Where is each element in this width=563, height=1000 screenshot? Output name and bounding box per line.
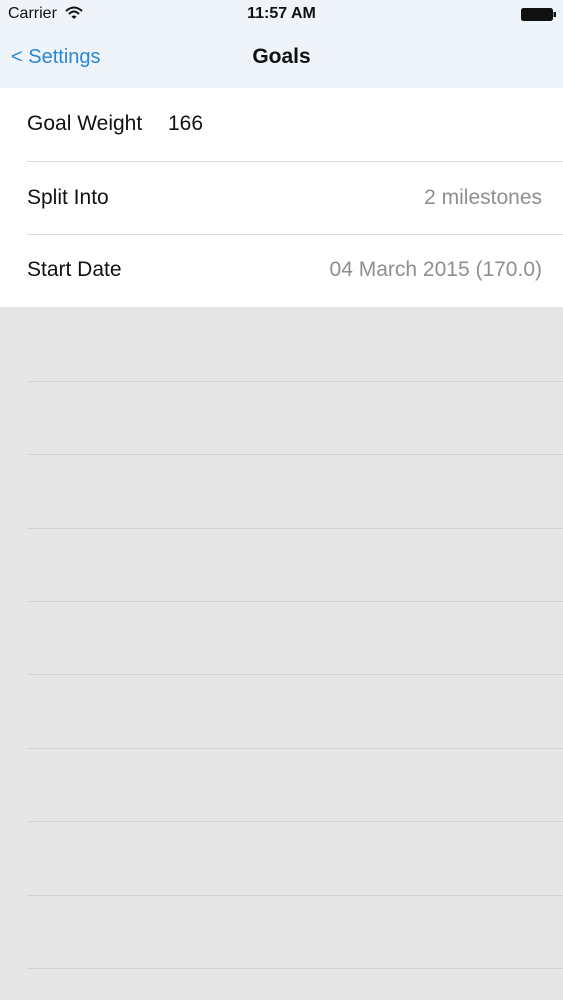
start-date-row[interactable]: Start Date 04 March 2015 (170.0): [0, 234, 563, 307]
top-bar: Carrier 11:57 AM < Settings Goals: [0, 0, 563, 88]
empty-table-area: [0, 307, 563, 1000]
split-into-value: 2 milestones: [424, 186, 542, 209]
empty-row-separator: [27, 968, 563, 969]
split-into-row[interactable]: Split Into 2 milestones: [0, 162, 563, 235]
status-time: 11:57 AM: [247, 5, 316, 22]
status-bar: Carrier 11:57 AM: [0, 0, 563, 30]
empty-row-separator: [27, 821, 563, 822]
goal-weight-row[interactable]: Goal Weight 166: [0, 88, 563, 161]
navigation-bar: < Settings Goals: [0, 30, 563, 88]
start-date-value: 04 March 2015 (170.0): [329, 258, 542, 281]
empty-row-separator: [27, 528, 563, 529]
empty-row-separator: [27, 381, 563, 382]
empty-row-separator: [27, 674, 563, 675]
goal-weight-input[interactable]: 166: [168, 112, 203, 136]
battery-icon: [521, 8, 556, 21]
goal-weight-label: Goal Weight: [27, 112, 143, 135]
page-title: Goals: [252, 45, 311, 68]
empty-row-separator: [27, 454, 563, 455]
empty-row-separator: [27, 601, 563, 602]
empty-row-separator: [27, 748, 563, 749]
empty-row-separator: [27, 895, 563, 896]
start-date-label: Start Date: [27, 258, 122, 281]
split-into-label: Split Into: [27, 186, 109, 209]
goals-form: Goal Weight 166 Split Into 2 milestones …: [0, 88, 563, 307]
